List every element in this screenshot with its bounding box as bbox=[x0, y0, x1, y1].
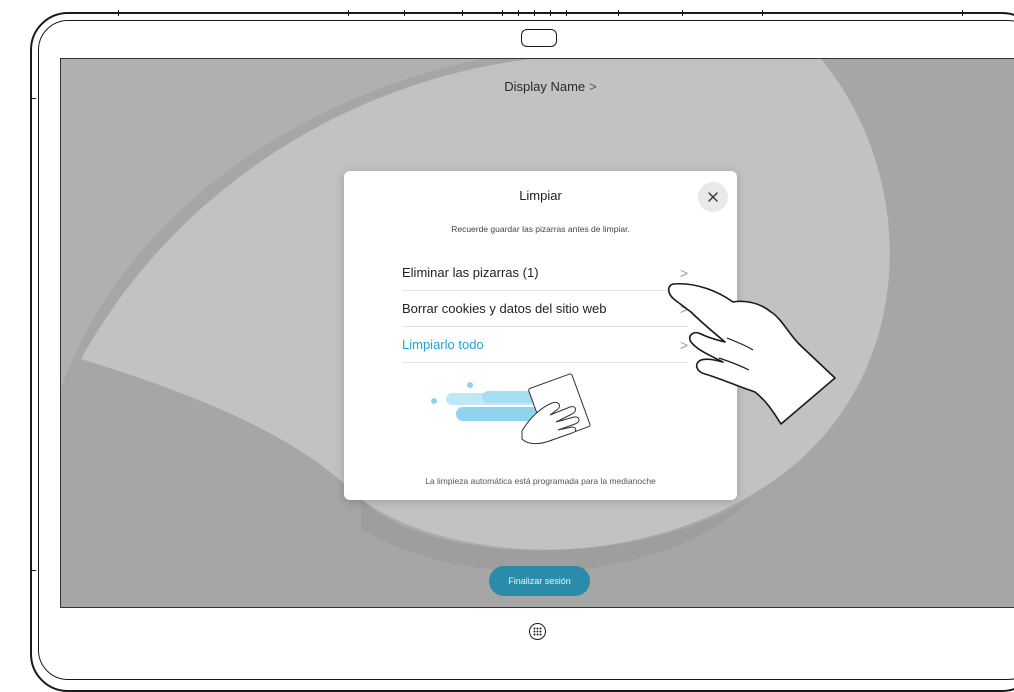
camera-icon bbox=[521, 29, 557, 47]
bezel-tick bbox=[30, 570, 36, 571]
cleaning-hand-illustration bbox=[431, 373, 591, 445]
option-label: Limpiarlo todo bbox=[402, 337, 484, 352]
chevron-right-icon: > bbox=[589, 79, 597, 94]
close-icon bbox=[708, 192, 718, 202]
display-name-label: Display Name bbox=[504, 79, 586, 94]
dialog-title: Limpiar bbox=[519, 188, 562, 203]
bezel-tick bbox=[618, 10, 619, 16]
bezel-tick bbox=[30, 98, 36, 99]
option-clear-cookies[interactable]: Borrar cookies y datos del sitio web > bbox=[402, 291, 688, 327]
bezel-tick bbox=[518, 10, 519, 16]
dialog-footer: La limpieza automática está programada p… bbox=[425, 476, 656, 486]
bezel-tick bbox=[962, 10, 963, 16]
option-label: Borrar cookies y datos del sitio web bbox=[402, 301, 607, 316]
end-session-button[interactable]: Finalizar sesión bbox=[489, 566, 590, 596]
bezel-tick bbox=[550, 10, 551, 16]
option-clean-all[interactable]: Limpiarlo todo > bbox=[402, 327, 688, 363]
bezel-tick bbox=[682, 10, 683, 16]
bezel-tick bbox=[534, 10, 535, 16]
bezel-tick bbox=[462, 10, 463, 16]
grid-icon bbox=[533, 627, 542, 636]
bezel-tick bbox=[502, 10, 503, 16]
bezel-tick bbox=[566, 10, 567, 16]
option-label: Eliminar las pizarras (1) bbox=[402, 265, 539, 280]
dialog-subtitle: Recuerde guardar las pizarras antes de l… bbox=[451, 224, 630, 234]
bezel-tick bbox=[118, 10, 119, 16]
option-delete-whiteboards[interactable]: Eliminar las pizarras (1) > bbox=[402, 255, 688, 291]
display-name[interactable]: Display Name > bbox=[61, 79, 1014, 94]
close-button[interactable] bbox=[698, 182, 728, 212]
bezel-tick bbox=[348, 10, 349, 16]
home-button-icon[interactable] bbox=[529, 623, 546, 640]
device-screen: Display Name > Limpiar Recuerde guardar l… bbox=[60, 58, 1014, 608]
bezel-tick bbox=[762, 10, 763, 16]
bezel-tick bbox=[404, 10, 405, 16]
pointing-hand-icon bbox=[667, 282, 836, 425]
